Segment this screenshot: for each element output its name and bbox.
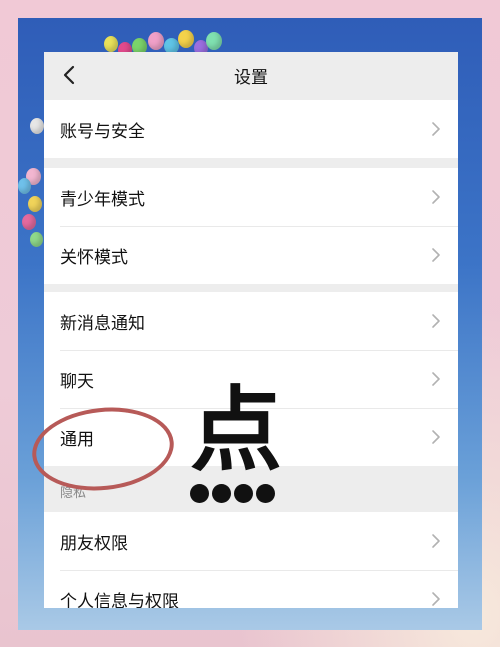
settings-item-label: 新消息通知 bbox=[60, 313, 145, 334]
balloon-decoration bbox=[30, 232, 43, 247]
chevron-right-icon bbox=[432, 534, 440, 548]
settings-group-privacy: 朋友权限 个人信息与权限 bbox=[44, 512, 458, 608]
settings-group-account: 账号与安全 bbox=[44, 100, 458, 158]
balloon-decoration bbox=[148, 32, 164, 50]
balloon-decoration bbox=[22, 214, 36, 230]
dot bbox=[256, 484, 275, 503]
dot bbox=[234, 484, 253, 503]
settings-item-care-mode[interactable]: 关怀模式 bbox=[44, 226, 458, 284]
settings-item-label: 聊天 bbox=[60, 371, 94, 392]
settings-item-label: 朋友权限 bbox=[60, 533, 128, 554]
balloon-decoration bbox=[18, 178, 31, 194]
page-title: 设置 bbox=[234, 68, 268, 88]
chevron-right-icon bbox=[432, 314, 440, 328]
chevron-right-icon bbox=[432, 430, 440, 444]
chevron-right-icon bbox=[432, 592, 440, 606]
navigation-bar: 设置 bbox=[44, 52, 458, 98]
settings-item-personal-info-permissions[interactable]: 个人信息与权限 bbox=[44, 570, 458, 608]
balloon-decoration bbox=[30, 118, 44, 134]
balloon-decoration bbox=[178, 30, 194, 48]
settings-item-label: 个人信息与权限 bbox=[60, 591, 179, 609]
settings-item-youth-mode[interactable]: 青少年模式 bbox=[44, 168, 458, 226]
chevron-right-icon bbox=[432, 372, 440, 386]
settings-item-friend-permissions[interactable]: 朋友权限 bbox=[44, 512, 458, 570]
overlay-glyph: 点 bbox=[190, 377, 283, 484]
settings-item-account-security[interactable]: 账号与安全 bbox=[44, 100, 458, 158]
settings-item-label: 关怀模式 bbox=[60, 247, 128, 268]
chevron-right-icon bbox=[432, 190, 440, 204]
balloon-decoration bbox=[104, 36, 118, 52]
overlay-dots bbox=[190, 484, 275, 504]
settings-screen: 设置 账号与安全 青少年模式 关怀模式 新消息通知 聊天 通用 隐私 朋友权限 … bbox=[44, 52, 458, 608]
settings-item-label: 账号与安全 bbox=[60, 121, 145, 142]
dot bbox=[190, 484, 209, 503]
settings-item-new-message-notification[interactable]: 新消息通知 bbox=[44, 292, 458, 350]
balloon-decoration bbox=[28, 196, 42, 212]
chevron-right-icon bbox=[432, 248, 440, 262]
settings-item-label: 青少年模式 bbox=[60, 189, 145, 210]
balloon-decoration bbox=[206, 32, 222, 50]
dot bbox=[212, 484, 231, 503]
chevron-right-icon bbox=[432, 122, 440, 136]
settings-group-modes: 青少年模式 关怀模式 bbox=[44, 168, 458, 284]
